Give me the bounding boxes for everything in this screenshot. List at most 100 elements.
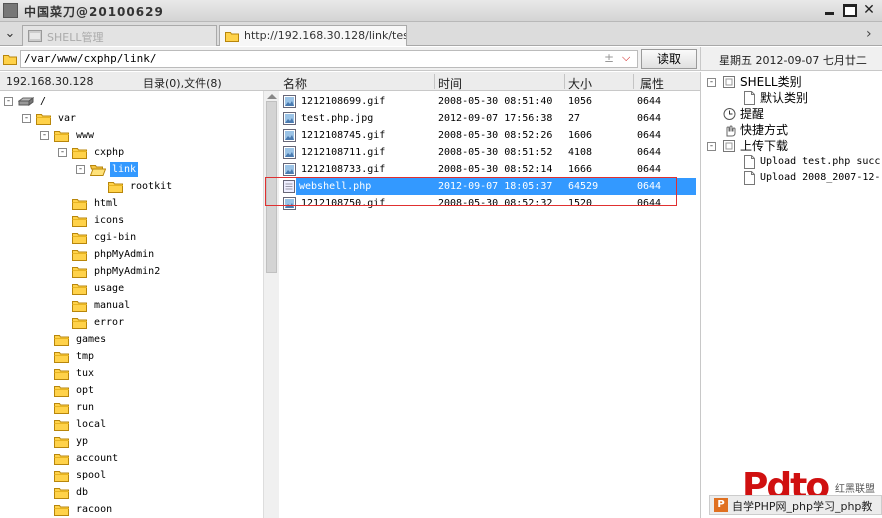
file-time: 2008-05-30 08:52:26 xyxy=(438,130,553,141)
file-attr: 0644 xyxy=(637,164,662,175)
scroll-up-icon[interactable] xyxy=(267,94,277,99)
tree-node-phpmyadmin[interactable]: phpMyAdmin xyxy=(72,247,156,264)
category-label: Upload 2008_2007-12- xyxy=(760,172,881,183)
column-size[interactable]: 大小 xyxy=(568,75,592,92)
tree-node-label: db xyxy=(76,487,89,498)
folder-icon xyxy=(3,55,17,65)
image-file-icon xyxy=(283,112,296,125)
tree-expander[interactable]: - xyxy=(40,131,49,140)
tree-node-cgibin[interactable]: cgi-bin xyxy=(72,230,138,247)
tree-node-racoon[interactable]: racoon xyxy=(54,502,114,518)
category-label: 快捷方式 xyxy=(740,123,789,137)
tree-node-tux[interactable]: tux xyxy=(54,366,96,383)
tree-node-root[interactable]: / xyxy=(18,94,48,111)
file-size: 1666 xyxy=(568,164,593,175)
chevron-down-icon[interactable]: ⌵ xyxy=(622,51,630,65)
tree-scrollbar[interactable] xyxy=(263,91,279,518)
title-bar: 中国菜刀@20100629 ✕ xyxy=(0,0,882,22)
column-name[interactable]: 名称 xyxy=(283,75,307,92)
tree-node-db[interactable]: db xyxy=(54,485,90,502)
tree-node-opt[interactable]: opt xyxy=(54,383,96,400)
file-name: 1212108733.gif xyxy=(301,164,386,175)
category-label: Upload test.php succ xyxy=(760,156,881,167)
tree-node-account[interactable]: account xyxy=(54,451,120,468)
tree-node-www[interactable]: www xyxy=(54,128,96,145)
tree-node-phpmyadmin2[interactable]: phpMyAdmin2 xyxy=(72,264,162,281)
tree-node-label: cgi-bin xyxy=(94,232,137,243)
tree-node-label: opt xyxy=(76,385,95,396)
read-button[interactable]: 读取 xyxy=(641,49,697,69)
tree-node-label: icons xyxy=(94,215,125,226)
tree-expander[interactable]: - xyxy=(707,142,716,151)
file-row[interactable]: 1212108699.gif 2008-05-30 08:51:40 1056 064… xyxy=(279,93,696,110)
tree-node-link[interactable]: link xyxy=(90,162,139,179)
column-time[interactable]: 时间 xyxy=(438,75,462,92)
tree-node-label: phpMyAdmin xyxy=(94,249,155,260)
file-list-pane: 名称 时间 大小 属性 1212108699.gif 2008-05-30 08:… xyxy=(279,72,700,518)
tree-node-label: link xyxy=(110,162,139,177)
tree-node-label: local xyxy=(76,419,107,430)
path-input[interactable]: /var/www/cxphp/link/ xyxy=(20,50,638,68)
tree-expander[interactable]: - xyxy=(76,165,85,174)
tab-file-manager[interactable]: http://192.168.30.128/link/test.... xyxy=(219,25,407,46)
tree-node-label: tux xyxy=(76,368,95,379)
file-row[interactable]: 1212108745.gif 2008-05-30 08:52:26 1606 064… xyxy=(279,127,696,144)
column-attr[interactable]: 属性 xyxy=(640,75,664,92)
close-button[interactable]: ✕ xyxy=(862,3,876,17)
shell-icon xyxy=(28,30,42,42)
page-icon xyxy=(744,91,755,105)
file-row[interactable]: test.php.jpg 2012-09-07 17:56:38 27 0644 xyxy=(279,110,696,127)
tree-node-local[interactable]: local xyxy=(54,417,108,434)
tree-node-label: html xyxy=(94,198,119,209)
maximize-button[interactable] xyxy=(843,4,857,17)
tree-node-error[interactable]: error xyxy=(72,315,126,332)
image-file-icon xyxy=(283,163,296,176)
tree-node-games[interactable]: games xyxy=(54,332,108,349)
tree-node-usage[interactable]: usage xyxy=(72,281,126,298)
window-title: 中国菜刀@20100629 xyxy=(24,5,164,19)
tree-node-icons[interactable]: icons xyxy=(72,213,126,230)
tree-node-cxphp[interactable]: cxphp xyxy=(72,145,126,162)
category-icon xyxy=(723,140,735,152)
tree-node-spool[interactable]: spool xyxy=(54,468,108,485)
tab-shell-manager[interactable]: SHELL管理 xyxy=(22,25,217,46)
tree-expander[interactable]: - xyxy=(58,148,67,157)
tree-node-label: rootkit xyxy=(130,181,173,192)
chevron-right-icon[interactable]: › xyxy=(866,26,872,42)
directory-tree: - / - var - www - cxphp - link rootkit html icons cgi… xyxy=(0,91,263,518)
plus-minus-icon[interactable]: ± xyxy=(604,51,614,65)
tree-node-var[interactable]: var xyxy=(36,111,78,128)
tab-bar: ⌄ SHELL管理 http://192.168.30.128/link/tes… xyxy=(0,22,882,46)
file-list-header: 名称 时间 大小 属性 xyxy=(279,72,700,91)
image-file-icon xyxy=(283,95,296,108)
watermark-bar: P 自学PHP网_php学习_php教 xyxy=(709,495,882,515)
folder-icon xyxy=(54,420,69,431)
folder-icon xyxy=(54,386,69,397)
folder-icon xyxy=(72,216,87,227)
tree-node-html[interactable]: html xyxy=(72,196,120,213)
file-row[interactable]: 1212108733.gif 2008-05-30 08:52:14 1666 064… xyxy=(279,161,696,178)
file-size: 1056 xyxy=(568,96,593,107)
minimize-button[interactable] xyxy=(823,4,837,17)
app-logo-icon xyxy=(3,3,18,18)
tree-node-label: var xyxy=(58,113,77,124)
image-file-icon xyxy=(283,146,296,159)
tree-expander[interactable]: - xyxy=(707,78,716,87)
category-label: 默认类别 xyxy=(760,91,809,105)
image-file-icon xyxy=(283,129,296,142)
file-row[interactable]: 1212108711.gif 2008-05-30 08:51:52 4108 064… xyxy=(279,144,696,161)
tree-expander[interactable]: - xyxy=(4,97,13,106)
tree-node-rootkit[interactable]: rootkit xyxy=(108,179,174,196)
tree-node-tmp[interactable]: tmp xyxy=(54,349,96,366)
tree-node-run[interactable]: run xyxy=(54,400,96,417)
shortcut-icon xyxy=(726,125,736,137)
tree-node-label: games xyxy=(76,334,107,345)
tree-node-yp[interactable]: yp xyxy=(54,434,90,451)
folder-icon xyxy=(72,233,87,244)
tree-expander[interactable]: - xyxy=(22,114,31,123)
tree-node-manual[interactable]: manual xyxy=(72,298,132,315)
folder-icon xyxy=(72,318,87,329)
folder-icon xyxy=(225,32,239,42)
tab-list-chevron-icon[interactable]: ⌄ xyxy=(2,26,18,42)
tree-node-label: spool xyxy=(76,470,107,481)
